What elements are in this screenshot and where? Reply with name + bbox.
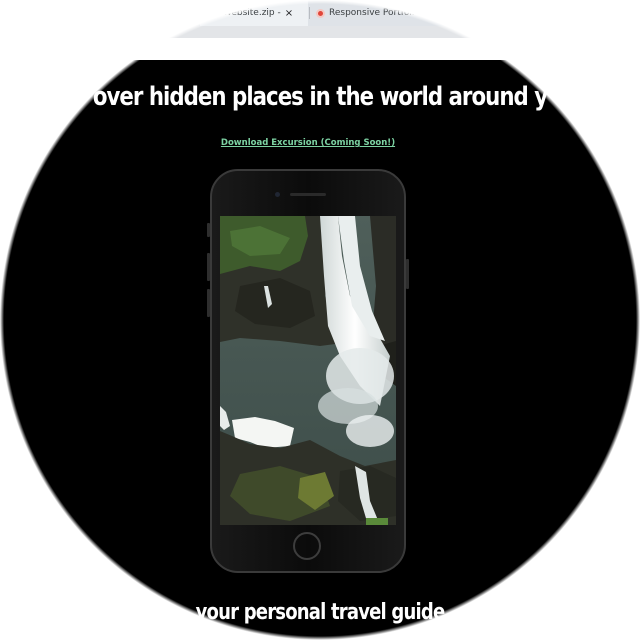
phone-power-button: [406, 259, 409, 289]
phone-volume-down: [207, 289, 210, 317]
screenshot-frame: ...o Website.zip - × Responsive Portfoli…: [0, 0, 640, 640]
web-page: over hidden places in the world around y…: [0, 38, 640, 640]
phone-mockup: [207, 169, 409, 573]
tab-label: Responsive Portfolio W...: [329, 8, 440, 18]
phone-screen-video[interactable]: [220, 216, 396, 525]
section-heading: your personal travel guide: [195, 600, 446, 625]
home-button-icon[interactable]: [293, 532, 321, 560]
close-icon[interactable]: ×: [285, 8, 293, 19]
tab-responsive-portfolio[interactable]: Responsive Portfolio W...: [312, 0, 452, 26]
browser-tab-strip: ...o Website.zip - × Responsive Portfoli…: [0, 0, 640, 26]
browser-toolbar: [0, 26, 640, 38]
hero-headline: over hidden places in the world around y: [92, 82, 548, 112]
download-link[interactable]: Download Excursion (Coming Soon!): [0, 138, 616, 148]
speaker-icon: [290, 193, 326, 196]
phone-volume-up: [207, 253, 210, 281]
tab-separator: [309, 7, 310, 19]
camera-icon: [275, 192, 280, 197]
tab-label: ...o Website.zip -: [206, 8, 281, 18]
waterfall-image: [220, 216, 396, 525]
tab-portfolio-zip[interactable]: ...o Website.zip - ×: [200, 0, 308, 26]
opera-icon: [316, 8, 325, 18]
phone-silent-switch: [207, 223, 210, 237]
